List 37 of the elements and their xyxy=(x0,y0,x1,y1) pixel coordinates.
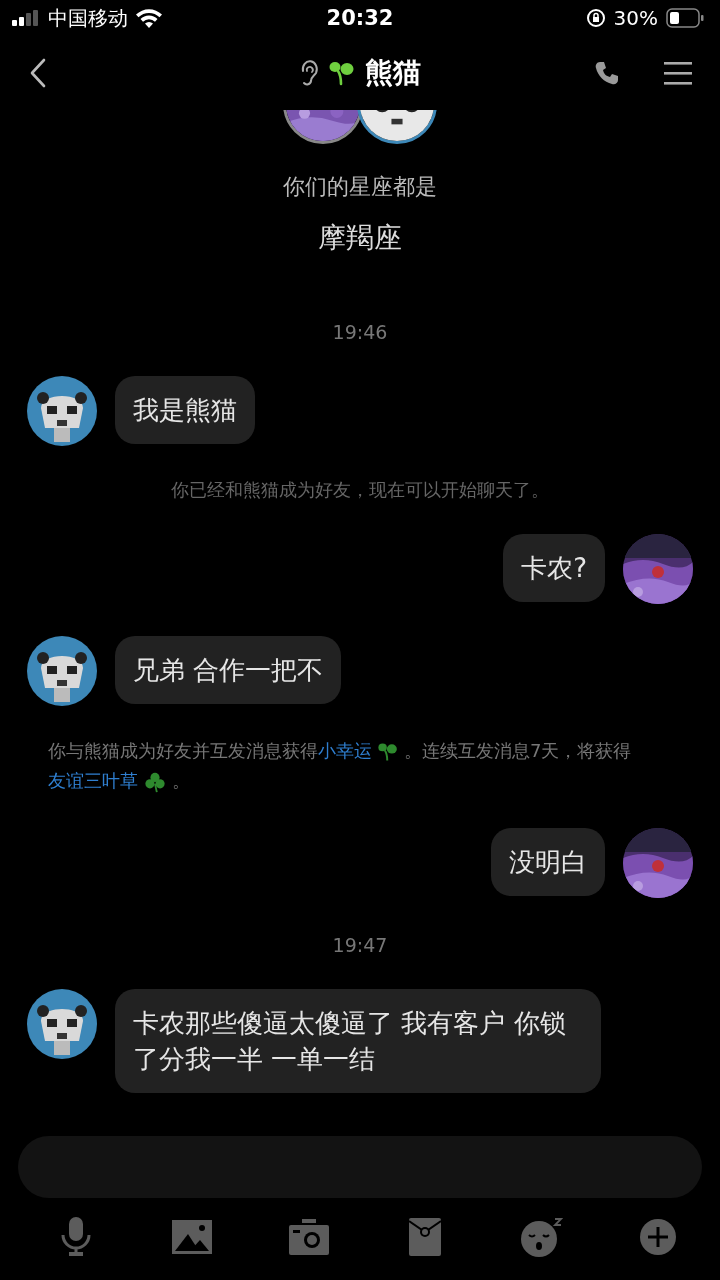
message-bubble: 兄弟 合作一把不 xyxy=(115,636,342,704)
ear-icon xyxy=(299,59,319,87)
timestamp: 19:47 xyxy=(332,933,388,957)
clover-icon xyxy=(144,771,166,793)
sleepy-face-icon xyxy=(520,1217,563,1257)
message-bubble: 卡农那些傻逼太傻逼了 我有客户 你锁了分我一半 一单一结 xyxy=(115,989,601,1093)
system-message: 你已经和熊猫成为好友，现在可以开始聊天了。 xyxy=(171,478,549,502)
battery-icon xyxy=(666,8,704,28)
reward-link[interactable]: 小幸运 xyxy=(318,740,372,761)
zodiac-label: 你们的星座都是 xyxy=(283,174,437,200)
camera-icon xyxy=(288,1219,329,1255)
message-bubble: 我是熊猫 xyxy=(115,376,255,444)
sprout-icon xyxy=(329,60,355,86)
image-icon xyxy=(172,1220,213,1254)
rotation-lock-icon xyxy=(585,8,606,28)
battery-percent: 30% xyxy=(613,6,658,30)
menu-icon xyxy=(664,61,692,85)
panda-avatar-icon xyxy=(27,376,97,446)
panda-avatar-icon xyxy=(27,636,97,706)
phone-icon xyxy=(594,60,620,86)
microphone-icon xyxy=(59,1217,93,1257)
plus-icon xyxy=(638,1218,677,1256)
message-bubble: 卡农? xyxy=(503,534,605,602)
chat-title: 熊猫 xyxy=(365,55,421,91)
clock-time: 20:32 xyxy=(325,6,395,30)
system-message: 你与熊猫成为好友并互发消息获得小幸运 。连续互发消息7天，将获得 友谊三叶草 。 xyxy=(48,739,633,795)
carrier-name: 中国移动 xyxy=(48,4,128,32)
reward-link[interactable]: 友谊三叶草 xyxy=(48,770,138,791)
message-bubble: 没明白 xyxy=(491,828,605,896)
panda-avatar-icon xyxy=(27,989,97,1059)
back-icon xyxy=(30,58,46,88)
sprout-icon xyxy=(378,742,398,762)
signal-icon xyxy=(12,10,40,26)
timestamp: 19:46 xyxy=(332,320,388,344)
zodiac-sign: 摩羯座 xyxy=(318,222,402,254)
envelope-icon xyxy=(409,1218,442,1256)
wifi-icon xyxy=(136,8,162,28)
